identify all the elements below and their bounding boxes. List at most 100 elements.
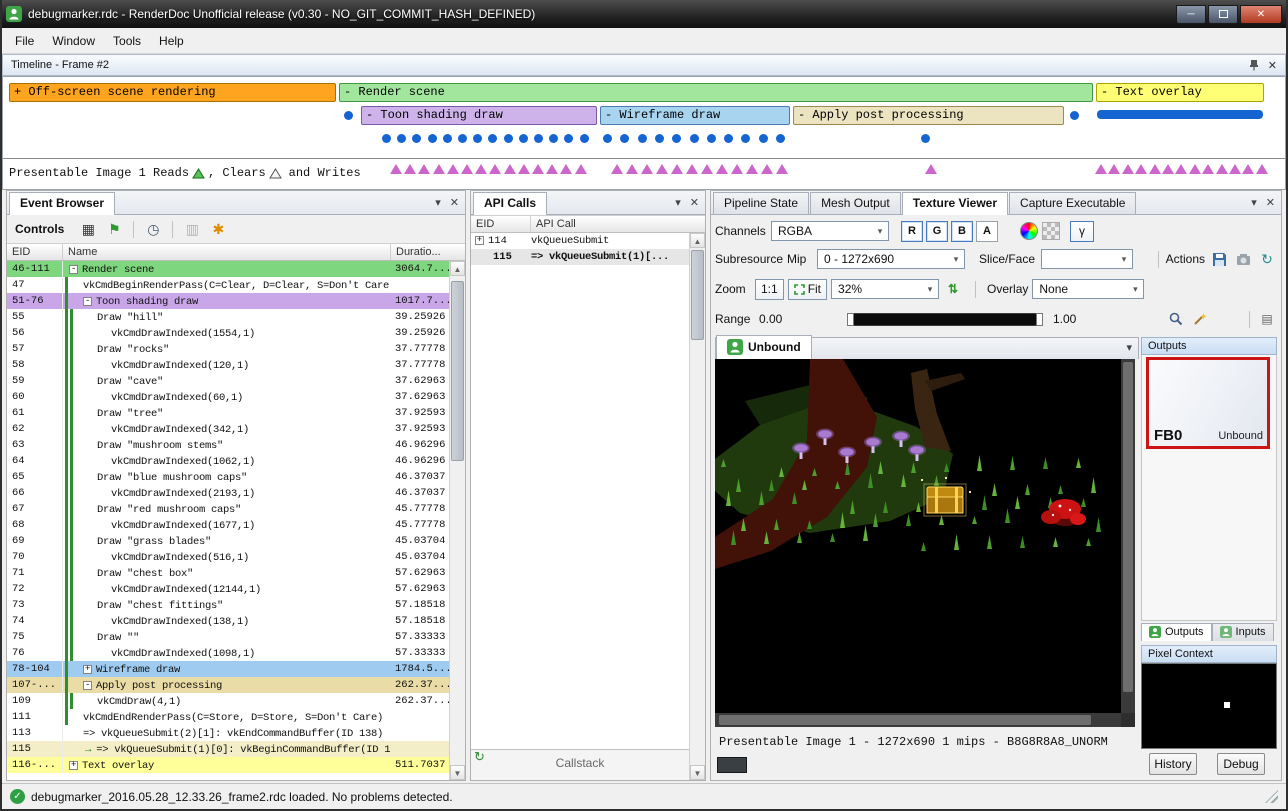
checkerboard-icon[interactable] bbox=[1042, 222, 1060, 240]
event-row[interactable]: 62vkCmdDrawIndexed(342,1)37.92593 bbox=[7, 421, 449, 437]
usage-triangle[interactable] bbox=[1162, 164, 1174, 174]
dock-close-icon[interactable]: ✕ bbox=[450, 196, 459, 209]
usage-triangle[interactable] bbox=[418, 164, 430, 174]
event-row[interactable]: 74vkCmdDrawIndexed(138,1)57.18518 bbox=[7, 613, 449, 629]
timeline[interactable]: Presentable Image 1 Reads , Clears and W… bbox=[2, 76, 1286, 190]
pixel-context-canvas[interactable] bbox=[1141, 663, 1277, 749]
usage-triangle[interactable] bbox=[504, 164, 516, 174]
timeline-draw-dot[interactable] bbox=[488, 134, 497, 143]
tab-outputs[interactable]: Outputs bbox=[1141, 623, 1212, 641]
usage-triangle[interactable] bbox=[656, 164, 668, 174]
usage-triangle[interactable] bbox=[641, 164, 653, 174]
usage-triangle[interactable] bbox=[447, 164, 459, 174]
event-row[interactable]: 78-104+Wireframe draw1784.5... bbox=[7, 661, 449, 677]
tab-pipeline-state[interactable]: Pipeline State bbox=[713, 192, 809, 214]
usage-triangle[interactable] bbox=[1175, 164, 1187, 174]
goto-current-flag-icon[interactable]: ⚑ bbox=[104, 219, 124, 239]
dock-close-icon[interactable]: ✕ bbox=[1266, 196, 1275, 209]
event-row[interactable]: 75Draw ""57.33333 bbox=[7, 629, 449, 645]
usage-triangle[interactable] bbox=[761, 164, 773, 174]
timeline-draw-dot[interactable] bbox=[580, 134, 589, 143]
tab-event-browser[interactable]: Event Browser bbox=[9, 192, 115, 215]
event-row[interactable]: 71Draw "chest box"57.62963 bbox=[7, 565, 449, 581]
event-row[interactable]: 68vkCmdDrawIndexed(1677,1)45.77778 bbox=[7, 517, 449, 533]
timeline-draw-dot[interactable] bbox=[443, 134, 452, 143]
overlay-select[interactable]: None ▾ bbox=[1032, 279, 1144, 299]
scrollbar-thumb[interactable] bbox=[691, 250, 704, 340]
usage-triangle[interactable] bbox=[518, 164, 530, 174]
timeline-draw-dot[interactable] bbox=[776, 134, 785, 143]
column-name[interactable]: Name bbox=[63, 244, 391, 260]
event-row[interactable]: 116-...+Text overlay511.7037 bbox=[7, 757, 449, 773]
usage-triangle[interactable] bbox=[731, 164, 743, 174]
event-row[interactable]: 115→=> vkQueueSubmit(1)[0]: vkBeginComma… bbox=[7, 741, 449, 757]
fb0-thumbnail[interactable]: FB0 Unbound bbox=[1146, 357, 1270, 449]
timeline-draw-dot[interactable] bbox=[397, 134, 406, 143]
texture-tab-unbound[interactable]: Unbound bbox=[716, 335, 812, 360]
scroll-up-icon[interactable]: ▲ bbox=[690, 233, 705, 248]
callstack-refresh-icon[interactable]: ↻ bbox=[474, 749, 485, 765]
range-options-icon[interactable]: ▤ bbox=[1257, 309, 1277, 329]
usage-triangle[interactable] bbox=[671, 164, 683, 174]
event-row[interactable]: 46-111-Render scene3064.7... bbox=[7, 261, 449, 277]
magnifier-icon[interactable] bbox=[1166, 309, 1186, 329]
timeline-bar[interactable]: + Off-screen scene rendering bbox=[9, 83, 336, 102]
event-row[interactable]: 72vkCmdDrawIndexed(12144,1)57.62963 bbox=[7, 581, 449, 597]
usage-triangle[interactable] bbox=[560, 164, 572, 174]
scrollbar-thumb[interactable] bbox=[451, 281, 464, 461]
expand-icon[interactable]: + bbox=[83, 665, 92, 674]
resize-grip[interactable] bbox=[1265, 790, 1278, 803]
timeline-bar[interactable]: - Wireframe draw bbox=[600, 106, 790, 125]
event-row[interactable]: 55Draw "hill"39.25926 bbox=[7, 309, 449, 325]
dock-menu-icon[interactable]: ▾ bbox=[675, 196, 681, 209]
scrollbar-thumb[interactable] bbox=[719, 715, 1091, 725]
timeline-draw-dot[interactable] bbox=[344, 111, 353, 120]
event-row[interactable]: 109vkCmdDraw(4,1)262.37... bbox=[7, 693, 449, 709]
timeline-draw-dot[interactable] bbox=[921, 134, 930, 143]
collapse-icon[interactable]: - bbox=[83, 297, 92, 306]
scroll-up-icon[interactable]: ▲ bbox=[450, 261, 465, 276]
usage-triangle[interactable] bbox=[611, 164, 623, 174]
timeline-draw-dot[interactable] bbox=[549, 134, 558, 143]
slice-face-select[interactable]: ▾ bbox=[1041, 249, 1133, 269]
channel-b-button[interactable]: B bbox=[951, 221, 973, 242]
debug-button[interactable]: Debug bbox=[1217, 753, 1265, 775]
gamma-button[interactable]: γ bbox=[1070, 221, 1094, 242]
timeline-draw-dot[interactable] bbox=[428, 134, 437, 143]
mip-select[interactable]: 0 - 1272x690 ▾ bbox=[817, 249, 965, 269]
fit-button[interactable]: Fit bbox=[788, 279, 827, 300]
usage-triangle[interactable] bbox=[1189, 164, 1201, 174]
scroll-down-icon[interactable]: ▼ bbox=[450, 765, 465, 780]
timeline-draw-dot[interactable] bbox=[519, 134, 528, 143]
tab-inputs[interactable]: Inputs bbox=[1212, 623, 1274, 641]
texture-tab-dropdown-icon[interactable]: ▾ bbox=[1126, 341, 1132, 354]
channel-r-button[interactable]: R bbox=[901, 221, 923, 242]
event-row[interactable]: 70vkCmdDrawIndexed(516,1)45.03704 bbox=[7, 549, 449, 565]
event-row[interactable]: 111vkCmdEndRenderPass(C=Store, D=Store, … bbox=[7, 709, 449, 725]
event-row[interactable]: 57Draw "rocks"37.77778 bbox=[7, 341, 449, 357]
timeline-draw-dot[interactable] bbox=[707, 134, 716, 143]
timeline-draw-dot[interactable] bbox=[473, 134, 482, 143]
timeline-draw-dot[interactable] bbox=[759, 134, 768, 143]
texture-canvas[interactable] bbox=[715, 359, 1121, 713]
dock-menu-icon[interactable]: ▾ bbox=[435, 196, 441, 209]
api-call-row[interactable]: +114vkQueueSubmit bbox=[471, 233, 689, 249]
scroll-down-icon[interactable]: ▼ bbox=[690, 765, 705, 780]
timeline-draw-dot[interactable] bbox=[564, 134, 573, 143]
range-handle-min[interactable] bbox=[847, 313, 854, 326]
column-eid[interactable]: EID bbox=[7, 244, 63, 260]
usage-triangle[interactable] bbox=[716, 164, 728, 174]
event-row[interactable]: 69Draw "grass blades"45.03704 bbox=[7, 533, 449, 549]
timeline-draw-dot[interactable] bbox=[1070, 111, 1079, 120]
event-row[interactable]: 61Draw "tree"37.92593 bbox=[7, 405, 449, 421]
background-swatch[interactable] bbox=[717, 757, 747, 773]
usage-triangle[interactable] bbox=[776, 164, 788, 174]
usage-triangle[interactable] bbox=[1229, 164, 1241, 174]
timeline-draw-dot[interactable] bbox=[382, 134, 391, 143]
time-clock-icon[interactable]: ◷ bbox=[143, 219, 163, 239]
api-call-row[interactable]: 115=> vkQueueSubmit(1)[... bbox=[471, 249, 689, 265]
timeline-draw-dot[interactable] bbox=[504, 134, 513, 143]
timeline-bar[interactable]: - Render scene bbox=[339, 83, 1093, 102]
event-row[interactable]: 59Draw "cave"37.62963 bbox=[7, 373, 449, 389]
usage-triangle[interactable] bbox=[404, 164, 416, 174]
